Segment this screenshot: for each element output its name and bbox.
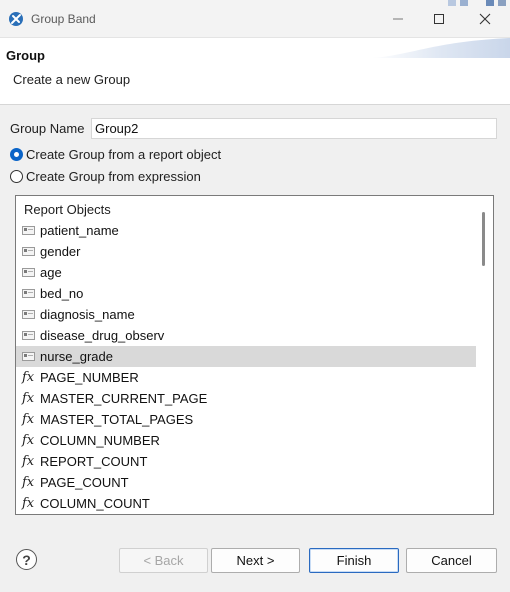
window-title: Group Band: [31, 12, 96, 26]
app-icon: [9, 12, 23, 26]
title-bar: Group Band: [0, 0, 510, 38]
tree-item-label: PAGE_COUNT: [40, 475, 129, 490]
maximize-icon[interactable]: [426, 6, 452, 32]
tree-item[interactable]: disease_drug_observ: [16, 325, 476, 346]
tree-item-label: bed_no: [40, 286, 84, 301]
finish-button[interactable]: Finish: [309, 548, 399, 573]
tree-item[interactable]: nurse_grade: [16, 346, 476, 367]
group-name-input[interactable]: [91, 118, 497, 139]
function-icon: fx: [22, 496, 35, 511]
tree-item-label: MASTER_TOTAL_PAGES: [40, 412, 194, 427]
tree-item-label: age: [40, 265, 62, 280]
function-icon: fx: [22, 391, 35, 406]
function-icon: fx: [22, 370, 35, 385]
tree-item[interactable]: fx COLUMN_COUNT: [16, 493, 476, 514]
column-icon: [22, 310, 35, 319]
page-title: Group: [6, 48, 45, 63]
radio-report-object[interactable]: Create Group from a report object: [10, 145, 221, 163]
page-description: Create a new Group: [13, 72, 131, 87]
tree-item-label: diagnosis_name: [40, 307, 135, 322]
tree-item[interactable]: fx REPORT_COUNT: [16, 451, 476, 472]
tree-item[interactable]: patient_name: [16, 220, 476, 241]
tree-item-label: disease_drug_observ: [40, 328, 165, 343]
tree-root-label: Report Objects: [24, 202, 111, 217]
tree-item[interactable]: gender: [16, 241, 476, 262]
tree-item[interactable]: fx PAGE_NUMBER: [16, 367, 476, 388]
minimize-icon[interactable]: [385, 6, 411, 32]
column-icon: [22, 352, 35, 361]
help-button[interactable]: ?: [16, 549, 37, 570]
radio-report-object-button[interactable]: [10, 147, 23, 161]
column-icon: [22, 247, 35, 256]
radio-expression-button[interactable]: [10, 169, 23, 183]
report-objects-tree[interactable]: Report Objects patient_namegender age bed_…: [15, 195, 494, 515]
tree-item-label: gender: [40, 244, 81, 259]
tree-item[interactable]: diagnosis_name: [16, 304, 476, 325]
tree-item-label: COLUMN_NUMBER: [40, 433, 160, 448]
function-icon: fx: [22, 454, 35, 469]
radio-report-object-label: Create Group from a report object: [26, 146, 222, 162]
function-icon: fx: [22, 433, 35, 448]
vertical-scrollbar[interactable]: [482, 212, 485, 266]
tree-item[interactable]: fx PAGE_COUNT: [16, 472, 476, 493]
tree-items: patient_namegender age bed_no diagnosis_nam…: [16, 220, 476, 514]
radio-expression[interactable]: Create Group from expression: [10, 167, 201, 185]
cancel-button[interactable]: Cancel: [406, 548, 497, 573]
column-icon: [22, 289, 35, 298]
group-name-label: Group Name: [10, 121, 85, 136]
function-icon: fx: [22, 475, 35, 490]
tree-item-label: COLUMN_COUNT: [40, 496, 150, 511]
radio-expression-label: Create Group from expression: [26, 168, 201, 184]
tree-item[interactable]: bed_no: [16, 283, 476, 304]
tree-item[interactable]: fx MASTER_CURRENT_PAGE: [16, 388, 476, 409]
tree-item-label: patient_name: [40, 223, 119, 238]
wizard-header: Group Create a new Group: [0, 38, 510, 105]
tree-item-label: REPORT_COUNT: [40, 454, 148, 469]
tree-item[interactable]: fx MASTER_TOTAL_PAGES: [16, 409, 476, 430]
back-button[interactable]: < Back: [119, 548, 208, 573]
tree-item-label: nurse_grade: [40, 349, 113, 364]
column-icon: [22, 226, 35, 235]
tree-item[interactable]: fx COLUMN_NUMBER: [16, 430, 476, 451]
tree-item-label: MASTER_CURRENT_PAGE: [40, 391, 208, 406]
tree-item[interactable]: age: [16, 262, 476, 283]
close-icon[interactable]: [472, 6, 498, 32]
column-icon: [22, 331, 35, 340]
header-banner-graphic: [370, 38, 510, 58]
function-icon: fx: [22, 412, 35, 427]
header-divider: [0, 104, 510, 105]
tree-item-label: PAGE_NUMBER: [40, 370, 139, 385]
column-icon: [22, 268, 35, 277]
help-icon: ?: [22, 551, 31, 568]
next-button[interactable]: Next >: [211, 548, 300, 573]
